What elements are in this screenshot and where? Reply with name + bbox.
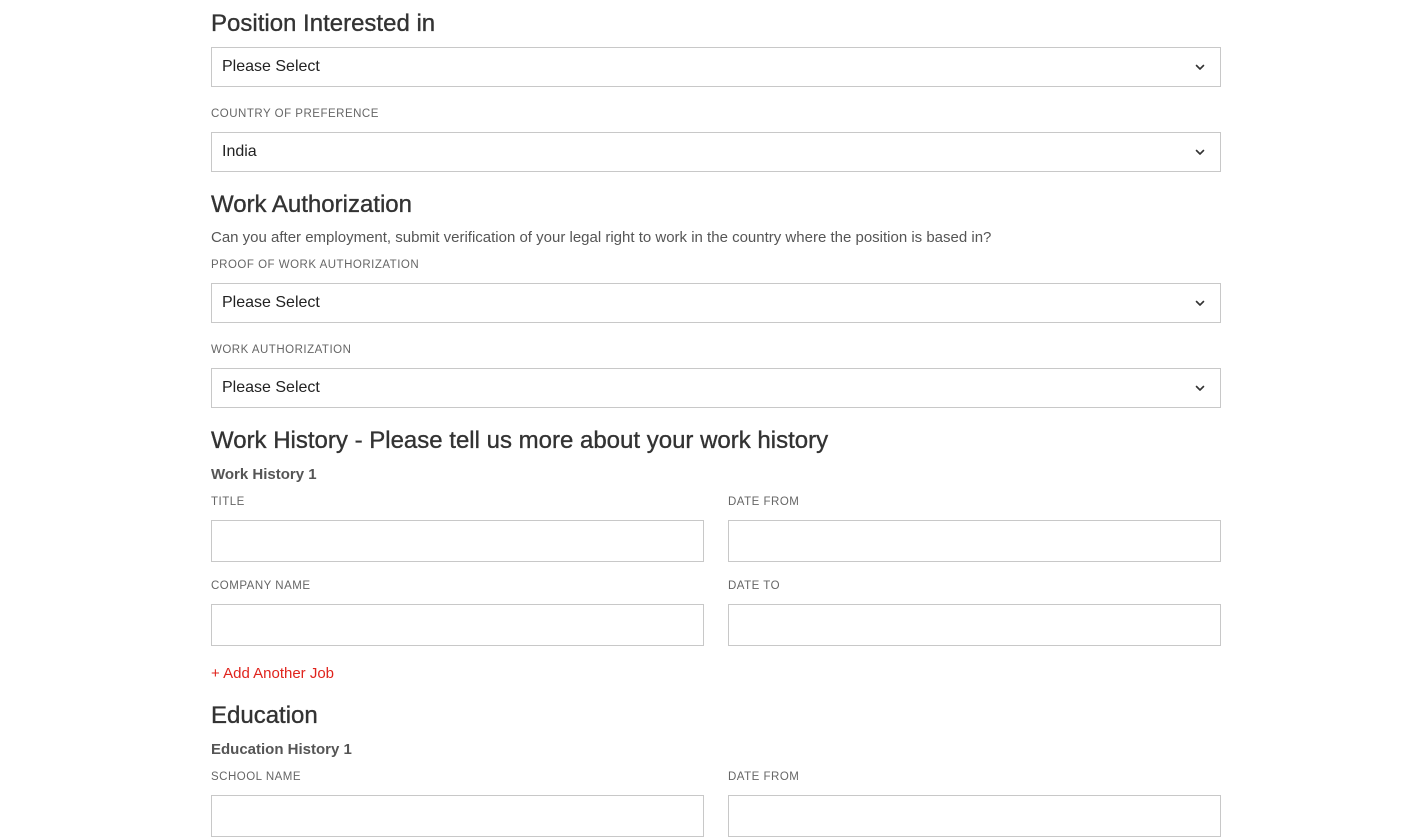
education-heading: Education bbox=[211, 702, 318, 729]
proof-of-work-authorization-select[interactable]: Please Select bbox=[211, 283, 1221, 323]
country-select[interactable]: India bbox=[211, 132, 1221, 172]
add-another-job-link[interactable]: + Add Another Job bbox=[211, 665, 334, 682]
work-authorization-label: WORK AUTHORIZATION bbox=[211, 344, 352, 356]
position-select[interactable]: Please Select bbox=[211, 47, 1221, 87]
job-date-to-label: DATE TO bbox=[728, 580, 781, 592]
country-label: COUNTRY OF PREFERENCE bbox=[211, 108, 379, 120]
company-name-label: COMPANY NAME bbox=[211, 580, 311, 592]
job-title-label: TITLE bbox=[211, 496, 245, 508]
job-date-from-input[interactable] bbox=[728, 520, 1221, 562]
position-heading: Position Interested in bbox=[211, 10, 436, 37]
chevron-down-icon bbox=[1194, 61, 1206, 73]
work-authorization-select-value: Please Select bbox=[222, 379, 320, 396]
work-history-entry-title: Work History 1 bbox=[211, 466, 317, 483]
chevron-down-icon bbox=[1194, 382, 1206, 394]
school-name-label: SCHOOL NAME bbox=[211, 771, 302, 783]
education-date-from-input[interactable] bbox=[728, 795, 1221, 837]
work-history-heading: Work History - Please tell us more about… bbox=[211, 427, 829, 454]
chevron-down-icon bbox=[1194, 146, 1206, 158]
proof-select-value: Please Select bbox=[222, 294, 320, 311]
chevron-down-icon bbox=[1194, 297, 1206, 309]
proof-of-work-authorization-label: PROOF OF WORK AUTHORIZATION bbox=[211, 259, 420, 271]
work-authorization-heading: Work Authorization bbox=[211, 191, 412, 218]
school-name-input[interactable] bbox=[211, 795, 704, 837]
company-name-input[interactable] bbox=[211, 604, 704, 646]
position-select-value: Please Select bbox=[222, 58, 320, 75]
job-title-input[interactable] bbox=[211, 520, 704, 562]
job-date-to-input[interactable] bbox=[728, 604, 1221, 646]
work-authorization-select[interactable]: Please Select bbox=[211, 368, 1221, 408]
country-select-value: India bbox=[222, 143, 257, 160]
job-date-from-label: DATE FROM bbox=[728, 496, 800, 508]
work-authorization-question: Can you after employment, submit verific… bbox=[211, 229, 992, 246]
education-date-from-label: DATE FROM bbox=[728, 771, 800, 783]
education-entry-title: Education History 1 bbox=[211, 741, 352, 758]
